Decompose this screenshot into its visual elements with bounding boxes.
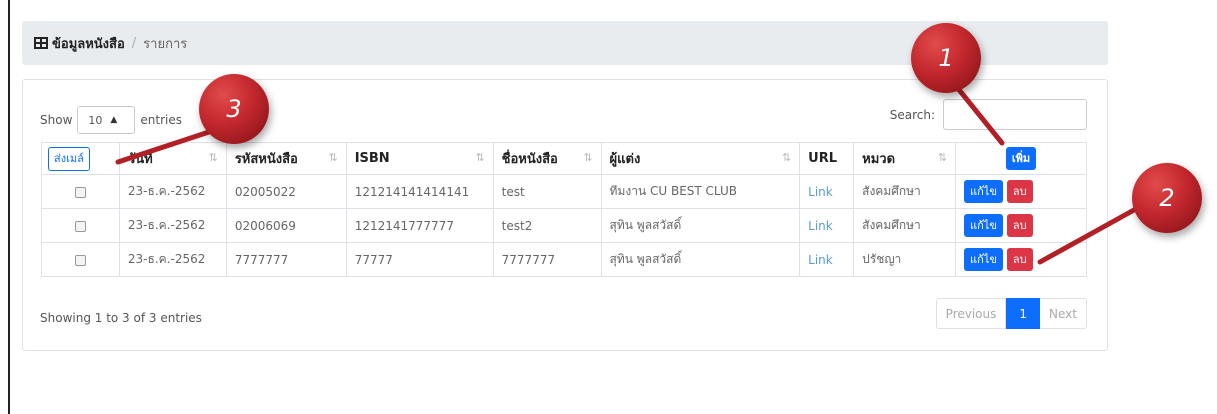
- pointer-2: [1037, 202, 1146, 265]
- pointer-1: [953, 83, 1005, 146]
- annotation-marker-3: 3: [199, 74, 269, 144]
- annotation-pointers: [115, 83, 1146, 265]
- annotation-marker-1: 1: [911, 23, 981, 93]
- annotation-marker-2: 2: [1132, 163, 1202, 233]
- pointer-3: [115, 127, 218, 165]
